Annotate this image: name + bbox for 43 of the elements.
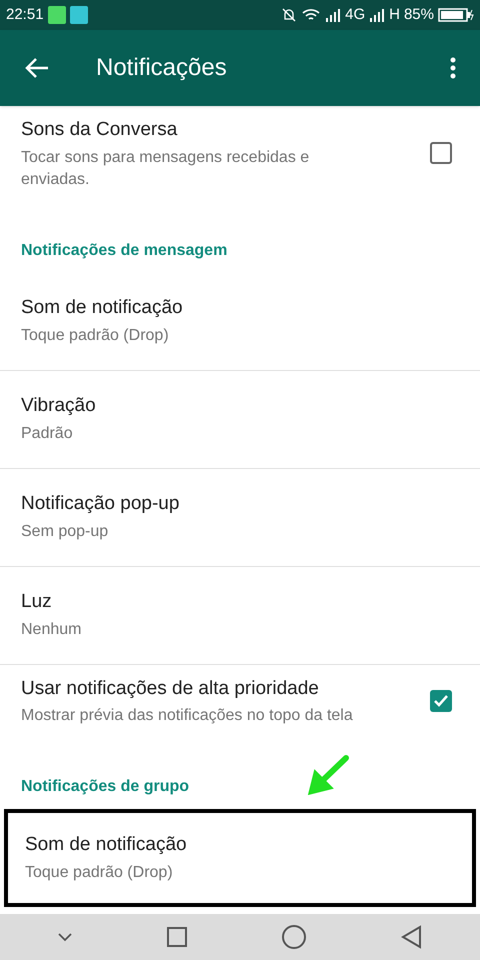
setting-title: Vibração [21,394,97,418]
checkbox[interactable] [430,142,452,164]
chevron-down-icon[interactable] [56,932,72,942]
setting-row[interactable]: Notificação pop-up Sem pop-up [0,468,480,566]
back-icon[interactable] [400,925,424,949]
setting-value: Toque padrão (Drop) [21,326,170,346]
section-header: Notificações de mensagem [21,240,228,260]
setting-title: Som de notificação [25,832,188,857]
clock: 22:51 [6,4,44,25]
section-header: Notificações de grupo [21,777,190,797]
setting-row[interactable]: Som de notificação Toque padrão (Drop) [0,272,480,370]
chat-app-icon [48,6,66,24]
signal-icon [369,8,386,22]
setting-description: Tocar sons para mensagens recebidas e enviadas. [21,148,310,190]
setting-row[interactable]: Sons da Conversa Tocar sons para mensagens recebidas e enviadas. [0,106,480,200]
setting-title: Som de notificação [21,296,184,320]
home-icon[interactable] [280,924,306,950]
setting-value: Toque padrão (Drop) [25,863,174,884]
checkbox[interactable] [430,690,452,712]
screen-title: Notificações [96,53,228,83]
setting-row[interactable]: Luz Nenhum [0,566,480,664]
signal-icon [325,8,342,22]
scan-app-icon [70,6,88,24]
network-type: 4G [345,4,366,25]
setting-title: Luz [21,590,53,614]
setting-title: Usar notificações de alta prioridade [21,676,320,700]
setting-value: Nenhum [21,620,82,640]
network-type: H [389,4,400,25]
setting-description: Mostrar prévia das notificações no topo da tela [21,706,354,726]
muted-bell-icon [281,7,298,23]
setting-value: Sem pop-up [21,522,110,542]
setting-title: Notificação pop-up [21,492,180,516]
setting-title: Sons da Conversa [21,118,178,142]
battery-icon [438,8,474,22]
setting-row[interactable]: Vibração Padrão [0,370,480,468]
back-arrow-icon[interactable] [24,57,50,79]
setting-value: Padrão [21,424,74,444]
battery-percent: 85% [404,4,434,25]
recents-icon[interactable] [166,926,188,948]
more-options-icon[interactable] [450,57,456,79]
setting-row[interactable]: Som de notificação Toque padrão (Drop) [4,809,476,907]
checkmark-icon [433,692,449,709]
setting-row[interactable]: Usar notificações de alta prioridade Mostrar prévia das notificações no topo da tela [0,664,480,737]
